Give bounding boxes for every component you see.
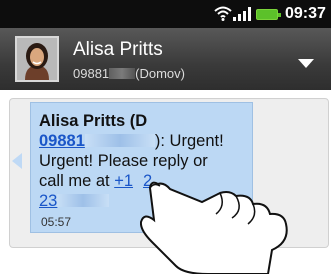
status-time: 09:37 — [285, 5, 326, 22]
contact-label: (Domov) — [135, 66, 185, 81]
message-time: 05:57 — [41, 215, 72, 229]
signal-icon — [233, 7, 251, 21]
message-body-line3: call me at — [39, 172, 115, 190]
message-body-line2: Urgent! Please reply or — [39, 152, 208, 170]
contact-number: 09881 — [73, 66, 110, 81]
contact-number-label: 09881 (Domov) — [73, 66, 185, 81]
conversation-header[interactable]: Alisa Pritts 09881 (Domov) — [0, 28, 331, 90]
message-text-after: ): Urgent! — [154, 132, 224, 150]
tap-hand-icon — [140, 181, 288, 274]
battery-icon — [256, 9, 281, 20]
message-sender: Alisa Pritts (D — [39, 112, 148, 130]
dropdown-arrow-icon[interactable] — [298, 59, 314, 68]
sender-number-link[interactable]: 09881 — [39, 132, 155, 150]
redacted-digits — [109, 68, 136, 79]
status-bar: 09:37 — [0, 0, 331, 28]
contact-avatar[interactable] — [15, 36, 59, 82]
phone-number-link-cont[interactable]: 23 — [39, 192, 110, 210]
wifi-icon — [214, 6, 232, 21]
contact-name: Alisa Pritts — [73, 39, 163, 60]
bubble-pointer — [12, 153, 22, 169]
